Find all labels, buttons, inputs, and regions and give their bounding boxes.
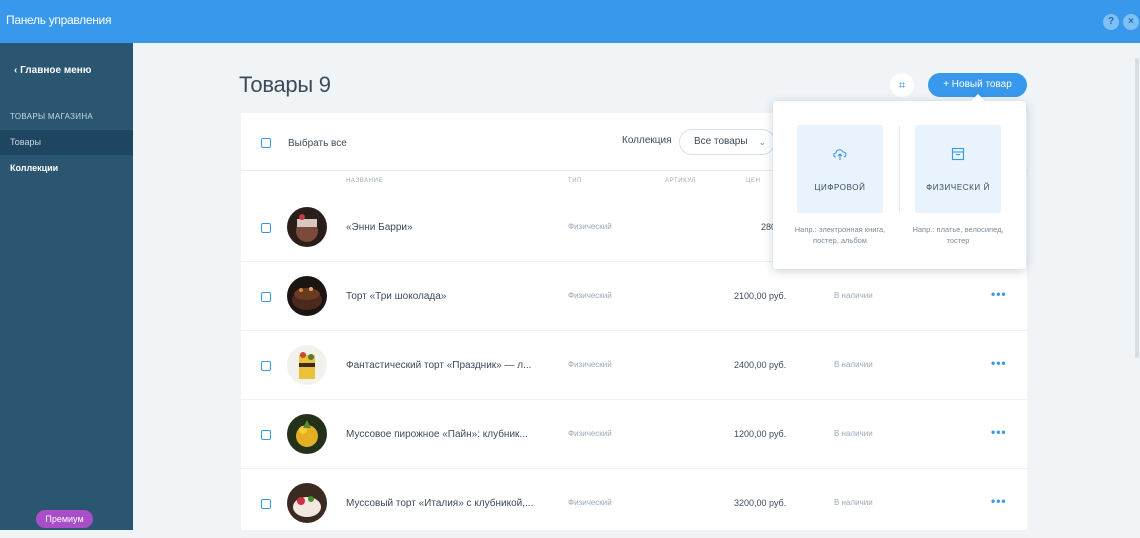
physical-product-option[interactable]: ФИЗИЧЕСКИ Й xyxy=(915,125,1001,213)
page-title: Товары 9 xyxy=(239,72,331,97)
help-icon[interactable]: ? xyxy=(1103,14,1119,30)
product-thumbnail xyxy=(287,345,327,385)
product-price: 2100,00 руб. xyxy=(734,291,787,301)
top-bar: Панель управления ? × xyxy=(0,0,1140,43)
product-thumbnail xyxy=(287,483,327,523)
product-name[interactable]: Муссовое пирожное «Пайн»: клубник... xyxy=(346,429,528,440)
scrollbar-thumb[interactable] xyxy=(1135,58,1139,358)
product-name[interactable]: Муссовый торт «Италия» с клубникой,... xyxy=(346,498,533,509)
product-price: 1200,00 руб. xyxy=(734,429,787,439)
product-price: 3200,00 руб. xyxy=(734,498,787,508)
physical-option-description: Напр.: платье, велосипед, тостер xyxy=(912,225,1004,245)
product-type: Физический xyxy=(568,291,612,300)
product-name[interactable]: «Энни Барри» xyxy=(346,222,413,233)
product-stock: В наличии xyxy=(834,291,873,300)
dashboard-title: Панель управления xyxy=(6,13,112,27)
row-checkbox[interactable] xyxy=(261,430,271,440)
row-checkbox[interactable] xyxy=(261,361,271,371)
collection-select[interactable]: Все товары ⌄ xyxy=(679,129,775,155)
new-product-popover: ЦИФРОВОЙ Напр.: электронная книга, посте… xyxy=(773,93,1026,269)
product-stock: В наличии xyxy=(834,360,873,369)
table-row[interactable]: Фантастический торт «Праздник» — л... Фи… xyxy=(241,332,1027,400)
column-header-type[interactable]: ТИП xyxy=(568,178,582,184)
product-type: Физический xyxy=(568,498,612,507)
row-checkbox[interactable] xyxy=(261,499,271,509)
table-row[interactable]: Муссовый торт «Италия» с клубникой,... Ф… xyxy=(241,470,1027,538)
product-thumbnail xyxy=(287,207,327,247)
product-name[interactable]: Торт «Три шоколада» xyxy=(346,291,446,302)
product-stock: В наличии xyxy=(834,429,873,438)
product-price: 2400,00 руб. xyxy=(734,360,787,370)
sidebar-item-products[interactable]: Товары xyxy=(0,130,133,155)
more-actions-icon[interactable]: ••• xyxy=(991,356,1007,370)
product-type: Физический xyxy=(568,222,612,231)
digital-option-description: Напр.: электронная книга, постер, альбом xyxy=(794,225,886,245)
sidebar: ‹ Главное меню ТОВАРЫ МАГАЗИНА Товары Ко… xyxy=(0,43,133,530)
chevron-down-icon: ⌄ xyxy=(758,137,766,147)
close-icon[interactable]: × xyxy=(1123,14,1139,30)
digital-product-option[interactable]: ЦИФРОВОЙ xyxy=(797,125,883,213)
digital-option-label: ЦИФРОВОЙ xyxy=(814,183,866,192)
select-all-label[interactable]: Выбрать все xyxy=(288,138,347,149)
product-name[interactable]: Фантастический торт «Праздник» — л... xyxy=(346,360,531,371)
sidebar-item-collections[interactable]: Коллекции xyxy=(0,156,133,181)
column-header-name[interactable]: НАЗВАНИЕ xyxy=(346,178,383,184)
row-checkbox[interactable] xyxy=(261,223,271,233)
select-all-checkbox[interactable] xyxy=(261,138,271,148)
product-thumbnail xyxy=(287,414,327,454)
scan-icon[interactable]: ⌗ xyxy=(890,73,914,97)
column-header-sku[interactable]: АРТИКУЛ xyxy=(665,178,696,184)
cloud-upload-icon xyxy=(797,147,883,164)
collection-select-value: Все товары xyxy=(694,136,748,147)
back-to-main-menu[interactable]: ‹ Главное меню xyxy=(14,65,91,76)
product-stock: В наличии xyxy=(834,498,873,507)
row-checkbox[interactable] xyxy=(261,292,271,302)
product-thumbnail xyxy=(287,276,327,316)
table-row[interactable]: Муссовое пирожное «Пайн»: клубник... Физ… xyxy=(241,401,1027,469)
physical-option-label: ФИЗИЧЕСКИ Й xyxy=(926,183,990,192)
table-row[interactable]: Торт «Три шоколада» Физический 2100,00 р… xyxy=(241,263,1027,331)
sidebar-section-title: ТОВАРЫ МАГАЗИНА xyxy=(10,112,94,121)
more-actions-icon[interactable]: ••• xyxy=(991,494,1007,508)
more-actions-icon[interactable]: ••• xyxy=(991,425,1007,439)
premium-button[interactable]: Премиум xyxy=(36,510,93,528)
popover-divider xyxy=(899,125,900,213)
product-type: Физический xyxy=(568,360,612,369)
box-icon xyxy=(915,147,1001,164)
more-actions-icon[interactable]: ••• xyxy=(991,287,1007,301)
column-header-price[interactable]: ЦЕН xyxy=(746,178,761,184)
collection-label: Коллекция xyxy=(622,135,672,146)
product-type: Физический xyxy=(568,429,612,438)
